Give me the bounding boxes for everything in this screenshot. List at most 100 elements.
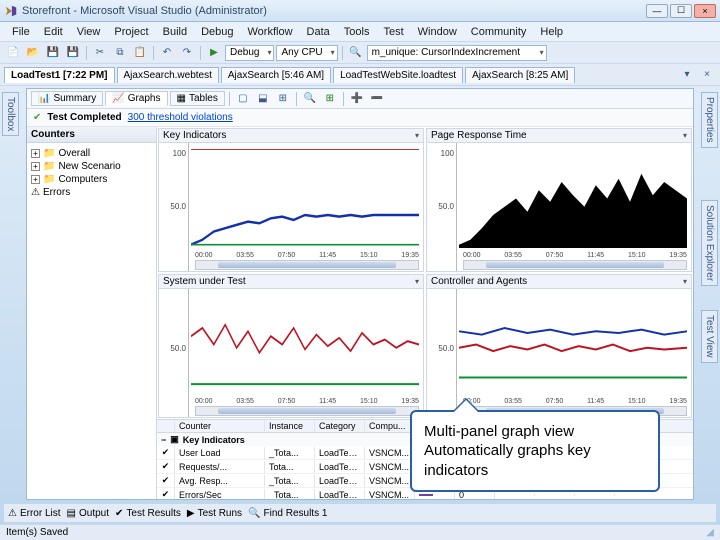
graphs-grid: Key Indicators▾ 10050.0 00:0003:5507:501… (157, 127, 693, 419)
menu-test[interactable]: Test (377, 24, 409, 40)
viewtab-graphs[interactable]: 📈Graphs (105, 91, 167, 106)
tables-icon: ▦ (177, 93, 186, 104)
minimize-button[interactable]: — (646, 4, 668, 18)
cut-icon[interactable]: ✂ (91, 44, 109, 62)
graphs-icon: 📈 (112, 93, 124, 104)
folder-icon: 📁 (43, 174, 55, 185)
sidebar-properties[interactable]: Properties (701, 92, 718, 148)
menu-build[interactable]: Build (157, 24, 193, 40)
menu-data[interactable]: Data (301, 24, 336, 40)
tab-test-runs[interactable]: ▶Test Runs (187, 508, 242, 519)
counters-header: Counters (27, 127, 156, 143)
copy-icon[interactable]: ⧉ (111, 44, 129, 62)
folder-icon: 📁 (43, 161, 55, 172)
sidebar-solution-explorer[interactable]: Solution Explorer (701, 200, 718, 286)
menu-help[interactable]: Help (534, 24, 569, 40)
output-icon: ▤ (67, 508, 76, 519)
menu-debug[interactable]: Debug (195, 24, 239, 40)
menu-tools[interactable]: Tools (338, 24, 376, 40)
menu-window[interactable]: Window (412, 24, 463, 40)
layout-1-icon[interactable]: ▢ (234, 90, 252, 108)
tab-ajax-webtest[interactable]: AjaxSearch.webtest (117, 67, 219, 83)
chevron-down-icon[interactable]: ▾ (683, 277, 687, 286)
tree-node-overall[interactable]: +📁Overall (31, 147, 152, 160)
resize-grip-icon[interactable]: ◢ (706, 527, 714, 538)
results-icon: ✔ (115, 508, 123, 519)
save-icon[interactable]: 💾 (44, 44, 62, 62)
platform-combo[interactable]: Any CPU (276, 45, 337, 61)
test-status-label: Test Completed (47, 112, 121, 123)
expander-icon[interactable]: + (31, 149, 40, 158)
save-all-icon[interactable]: 💾 (64, 44, 82, 62)
viewtab-tables[interactable]: ▦Tables (170, 91, 225, 106)
zoom-icon[interactable]: 🔍 (301, 90, 319, 108)
tab-find-results[interactable]: 🔍Find Results 1 (248, 508, 327, 519)
menu-workflow[interactable]: Workflow (242, 24, 299, 40)
startup-combo[interactable]: m_unique: CursorIndexIncrement (367, 45, 547, 61)
tab-dropdown-icon[interactable]: ▾ (678, 66, 696, 84)
new-project-icon[interactable]: 📄 (4, 44, 22, 62)
vs-icon (4, 4, 18, 18)
add-graph-icon[interactable]: ➕ (348, 90, 366, 108)
expander-icon[interactable]: + (31, 162, 40, 171)
open-icon[interactable]: 📂 (24, 44, 42, 62)
graph-page-response[interactable]: Page Response Time▾ 10050.0 00:0003:5507… (426, 128, 692, 272)
main-toolbar: 📄 📂 💾 💾 ✂ ⧉ 📋 ↶ ↷ ▶ Debug Any CPU 🔍 m_un… (0, 42, 720, 64)
bottom-tool-tabs: ⚠Error List ▤Output ✔Test Results ▶Test … (4, 504, 716, 522)
find-icon[interactable]: 🔍 (347, 44, 365, 62)
tab-close-icon[interactable]: × (698, 66, 716, 84)
paste-icon[interactable]: 📋 (131, 44, 149, 62)
tab-ajax-825[interactable]: AjaxSearch [8:25 AM] (465, 67, 575, 83)
graph-system-under-test[interactable]: System under Test▾ 50.0 00:0003:5507:501… (158, 274, 424, 418)
tab-error-list[interactable]: ⚠Error List (8, 508, 61, 519)
menu-community[interactable]: Community (465, 24, 533, 40)
maximize-button[interactable]: ☐ (670, 4, 692, 18)
tree-node-computers[interactable]: +📁Computers (31, 173, 152, 186)
undo-icon[interactable]: ↶ (158, 44, 176, 62)
export-excel-icon[interactable]: ⊞ (321, 90, 339, 108)
config-combo[interactable]: Debug (225, 45, 274, 61)
summary-icon: 📊 (38, 93, 50, 104)
chevron-down-icon[interactable]: ▾ (415, 277, 419, 286)
annotation-callout: Multi-panel graph view Automatically gra… (410, 410, 660, 493)
close-button[interactable]: × (694, 4, 716, 18)
menu-view[interactable]: View (71, 24, 107, 40)
redo-icon[interactable]: ↷ (178, 44, 196, 62)
chevron-down-icon[interactable]: ▾ (415, 131, 419, 140)
error-icon: ⚠ (31, 187, 40, 198)
sidebar-toolbox[interactable]: Toolbox (2, 92, 19, 136)
counters-tree[interactable]: +📁Overall +📁New Scenario +📁Computers ⚠Er… (27, 143, 156, 499)
chevron-down-icon[interactable]: ▾ (683, 131, 687, 140)
tree-node-scenario[interactable]: +📁New Scenario (31, 160, 152, 173)
layout-2-icon[interactable]: ⬓ (254, 90, 272, 108)
graph-scrollbar[interactable] (195, 260, 419, 270)
remove-graph-icon[interactable]: ➖ (368, 90, 386, 108)
threshold-violations-link[interactable]: 300 threshold violations (128, 112, 233, 123)
tree-node-errors[interactable]: ⚠Errors (31, 186, 152, 199)
expander-icon[interactable]: + (31, 175, 40, 184)
status-text: Item(s) Saved (6, 527, 68, 538)
tab-loadtestwebsite[interactable]: LoadTestWebSite.loadtest (333, 67, 463, 83)
check-icon: ✔ (33, 112, 41, 123)
graph-key-indicators[interactable]: Key Indicators▾ 10050.0 00:0003:5507:501… (158, 128, 424, 272)
graph-scrollbar[interactable] (463, 260, 687, 270)
find-icon: 🔍 (248, 508, 260, 519)
tab-output[interactable]: ▤Output (67, 508, 109, 519)
folder-icon: 📁 (43, 148, 55, 159)
tab-test-results[interactable]: ✔Test Results (115, 508, 181, 519)
graph-title: Key Indicators (163, 130, 226, 141)
graph-scrollbar[interactable] (195, 406, 419, 416)
start-debug-icon[interactable]: ▶ (205, 44, 223, 62)
menu-file[interactable]: File (6, 24, 36, 40)
tab-loadtest1[interactable]: LoadTest1 [7:22 PM] (4, 67, 115, 83)
menu-project[interactable]: Project (108, 24, 154, 40)
collapse-icon[interactable]: − (161, 435, 166, 445)
sidebar-test-view[interactable]: Test View (701, 310, 718, 363)
layout-4-icon[interactable]: ⊞ (274, 90, 292, 108)
tab-ajax-546[interactable]: AjaxSearch [5:46 AM] (221, 67, 331, 83)
viewtab-summary[interactable]: 📊Summary (31, 91, 103, 106)
menu-edit[interactable]: Edit (38, 24, 69, 40)
graph-title: Controller and Agents (431, 276, 527, 287)
group-icon: ▣ (170, 434, 179, 445)
menubar: File Edit View Project Build Debug Workf… (0, 22, 720, 42)
